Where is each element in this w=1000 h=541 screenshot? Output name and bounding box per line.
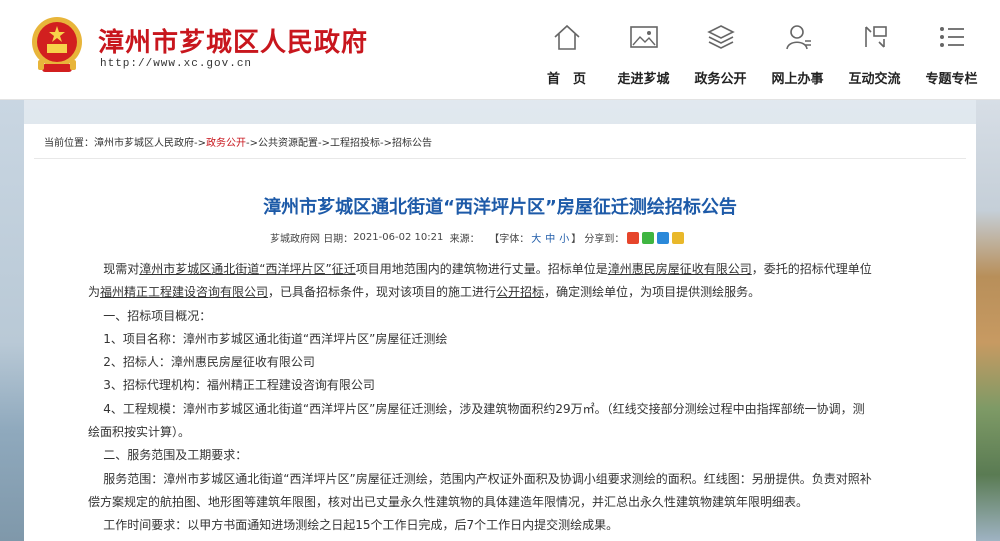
paragraph-continued: 偿方案规定的航拍图、地形图等建筑年限图，核对出已丈量永久性建筑物的具体建造年限情… — [88, 491, 924, 514]
breadcrumb: 当前位置：漳州市芗城区人民政府->政务公开->公共资源配置->工程招投标->招标… — [44, 134, 432, 149]
meta-origin-label: 来源： — [449, 234, 480, 245]
paragraph: 现需对漳州市芗城区通北街道“西洋坪片区”征迁项目用地范围内的建筑物进行丈量。招标… — [88, 258, 924, 281]
font-size-large-button[interactable]: 大 — [531, 230, 541, 245]
section-heading-text: 一、招标项目概况： — [103, 308, 212, 323]
national-emblem-icon[interactable] — [30, 12, 84, 78]
list-item: 1、项目名称：漳州市芗城区通北街道“西洋坪片区”房屋征迁测绘 — [88, 328, 924, 351]
exchange-icon — [858, 20, 892, 54]
nav-online-service-label: 网上办事 — [771, 72, 824, 87]
list-item-text: 4、工程规模：漳州市芗城区通北街道“西洋坪片区”房屋征迁测绘，涉及建筑物面积约2… — [103, 401, 865, 416]
text-segment: 漳州市芗城区通北街道 — [139, 262, 260, 276]
font-size-label: 【字体： — [489, 234, 530, 245]
nav-gov-affairs[interactable]: 政务公开 — [682, 20, 759, 92]
article-meta: 芗城政府网 日期： 2021-06-02 10:21 来源： 【字体： 大 中 … — [270, 230, 685, 245]
section-heading: 二、服务范围及工期要求： — [88, 444, 924, 467]
nav-interaction-label: 互动交流 — [848, 72, 901, 87]
home-icon — [550, 20, 584, 54]
list-item: 2、招标人：漳州惠民房屋征收有限公司 — [88, 351, 924, 374]
paragraph: 服务范围：漳州市芗城区通北街道“西洋坪片区”房屋征迁测绘，范围内产权证外面积及协… — [88, 468, 924, 491]
list-icon — [935, 20, 969, 54]
paragraph: 工作时间要求：以甲方书面通知进场测绘之日起15个工作日完成，后7个工作日内提交测… — [88, 514, 924, 537]
breadcrumb-item-home[interactable]: 漳州市芗城区人民政府 — [94, 138, 194, 149]
background-scenery-left — [0, 100, 24, 541]
user-icon — [781, 20, 815, 54]
list-item-text: 3、招标代理机构：福州精正工程建设咨询有限公司 — [103, 378, 375, 393]
meta-source: 芗城政府网 — [270, 234, 320, 245]
paragraph: 为福州精正工程建设咨询有限公司，已具备招标条件，现对该项目的施工进行公开招标，确… — [88, 281, 924, 304]
list-item-continued: 绘面积按实计算）。 — [88, 421, 924, 444]
paragraph-text: 偿方案规定的航拍图、地形图等建筑年限图，核对出已丈量永久性建筑物的具体建造年限情… — [88, 494, 809, 509]
layers-icon — [704, 20, 738, 54]
picture-icon — [627, 20, 661, 54]
text-segment: 现需对 — [103, 262, 140, 276]
meta-date: 2021-06-02 10:21 — [353, 232, 444, 243]
nav-about-label: 走进芗城 — [617, 72, 670, 87]
font-size-medium-button[interactable]: 中 — [545, 230, 555, 245]
breadcrumb-item-gov-affairs[interactable]: 政务公开 — [206, 138, 246, 149]
site-title[interactable]: 漳州市芗城区人民政府 — [98, 22, 368, 59]
text-segment: 漳州惠民房屋征收有限公司 — [607, 262, 752, 276]
breadcrumb-prefix: 当前位置： — [44, 138, 94, 149]
nav-interaction[interactable]: 互动交流 — [836, 20, 913, 92]
font-size-small-button[interactable]: 小 — [559, 230, 569, 245]
breadcrumb-separator: -> — [380, 138, 392, 149]
text-segment: 为 — [88, 285, 101, 300]
text-segment: ，已具备招标条件，现对该项目的施工进行 — [268, 285, 497, 300]
share-label: 分享到： — [584, 234, 625, 245]
qq-icon[interactable] — [657, 231, 670, 244]
nav-home[interactable]: 首 页 — [528, 20, 605, 92]
text-segment: 项目用地范围内的建筑物进行丈量。招标单位是 — [355, 262, 608, 276]
meta-date-label: 日期： — [323, 234, 354, 245]
section-heading-text: 二、服务范围及工期要求： — [103, 448, 248, 463]
breadcrumb-item-tendering[interactable]: 工程招投标 — [330, 138, 380, 149]
text-segment: 征迁 — [331, 262, 356, 276]
list-item-text: 1、项目名称：漳州市芗城区通北街道“西洋坪片区”房屋征迁测绘 — [103, 331, 448, 346]
breadcrumb-separator: -> — [318, 138, 330, 149]
content-panel: 当前位置：漳州市芗城区人民政府->政务公开->公共资源配置->工程招投标->招标… — [24, 124, 976, 541]
background-scenery-right — [976, 100, 1000, 541]
nav-online-service[interactable]: 网上办事 — [759, 20, 836, 92]
nav-special-topics-label: 专题专栏 — [925, 72, 978, 87]
site-url: http://www.xc.gov.cn — [100, 58, 253, 70]
article-title: 漳州市芗城区通北街道“西洋坪片区”房屋征迁测绘招标公告 — [263, 197, 737, 218]
breadcrumb-item-public-resources[interactable]: 公共资源配置 — [258, 138, 318, 149]
section-heading: 一、招标项目概况： — [88, 305, 924, 328]
list-item: 4、工程规模：漳州市芗城区通北街道“西洋坪片区”房屋征迁测绘，涉及建筑物面积约2… — [88, 398, 924, 421]
list-item-text: 绘面积按实计算）。 — [88, 425, 191, 440]
breadcrumb-separator: -> — [246, 138, 258, 149]
font-size-close: 】 — [571, 234, 582, 245]
site-header: 漳州市芗城区人民政府 http://www.xc.gov.cn 首 页 走进芗城… — [0, 0, 1000, 100]
article-body: 现需对漳州市芗城区通北街道“西洋坪片区”征迁项目用地范围内的建筑物进行丈量。招标… — [88, 258, 924, 538]
nav-about[interactable]: 走进芗城 — [605, 20, 682, 92]
main-nav: 首 页 走进芗城 政务公开 网上办事 互动交流 专题专栏 — [528, 20, 990, 92]
breadcrumb-separator: -> — [194, 138, 206, 149]
text-segment: ，委托的招标代理单位 — [751, 262, 872, 276]
text-segment: “西洋坪片区” — [259, 262, 332, 276]
paragraph-text: 工作时间要求：以甲方书面通知进场测绘之日起15个工作日完成，后7个工作日内提交测… — [103, 518, 619, 533]
paragraph-text: 服务范围：漳州市芗城区通北街道“西洋坪片区”房屋征迁测绘，范围内产权证外面积及协… — [103, 471, 872, 486]
qzone-icon[interactable] — [672, 231, 685, 244]
breadcrumb-item-tender-notice[interactable]: 招标公告 — [392, 138, 432, 149]
nav-gov-affairs-label: 政务公开 — [694, 72, 747, 87]
nav-special-topics[interactable]: 专题专栏 — [913, 20, 990, 92]
weibo-icon[interactable] — [627, 231, 640, 244]
text-segment: 福州精正工程建设咨询有限公司 — [100, 285, 269, 300]
wechat-icon[interactable] — [642, 231, 655, 244]
list-item: 3、招标代理机构：福州精正工程建设咨询有限公司 — [88, 374, 924, 397]
text-segment: 公开招标 — [496, 285, 545, 300]
nav-home-label: 首 页 — [546, 72, 586, 87]
breadcrumb-divider — [34, 158, 966, 159]
text-segment: ，确定测绘单位，为项目提供测绘服务。 — [544, 285, 761, 300]
list-item-text: 2、招标人：漳州惠民房屋征收有限公司 — [103, 355, 315, 370]
